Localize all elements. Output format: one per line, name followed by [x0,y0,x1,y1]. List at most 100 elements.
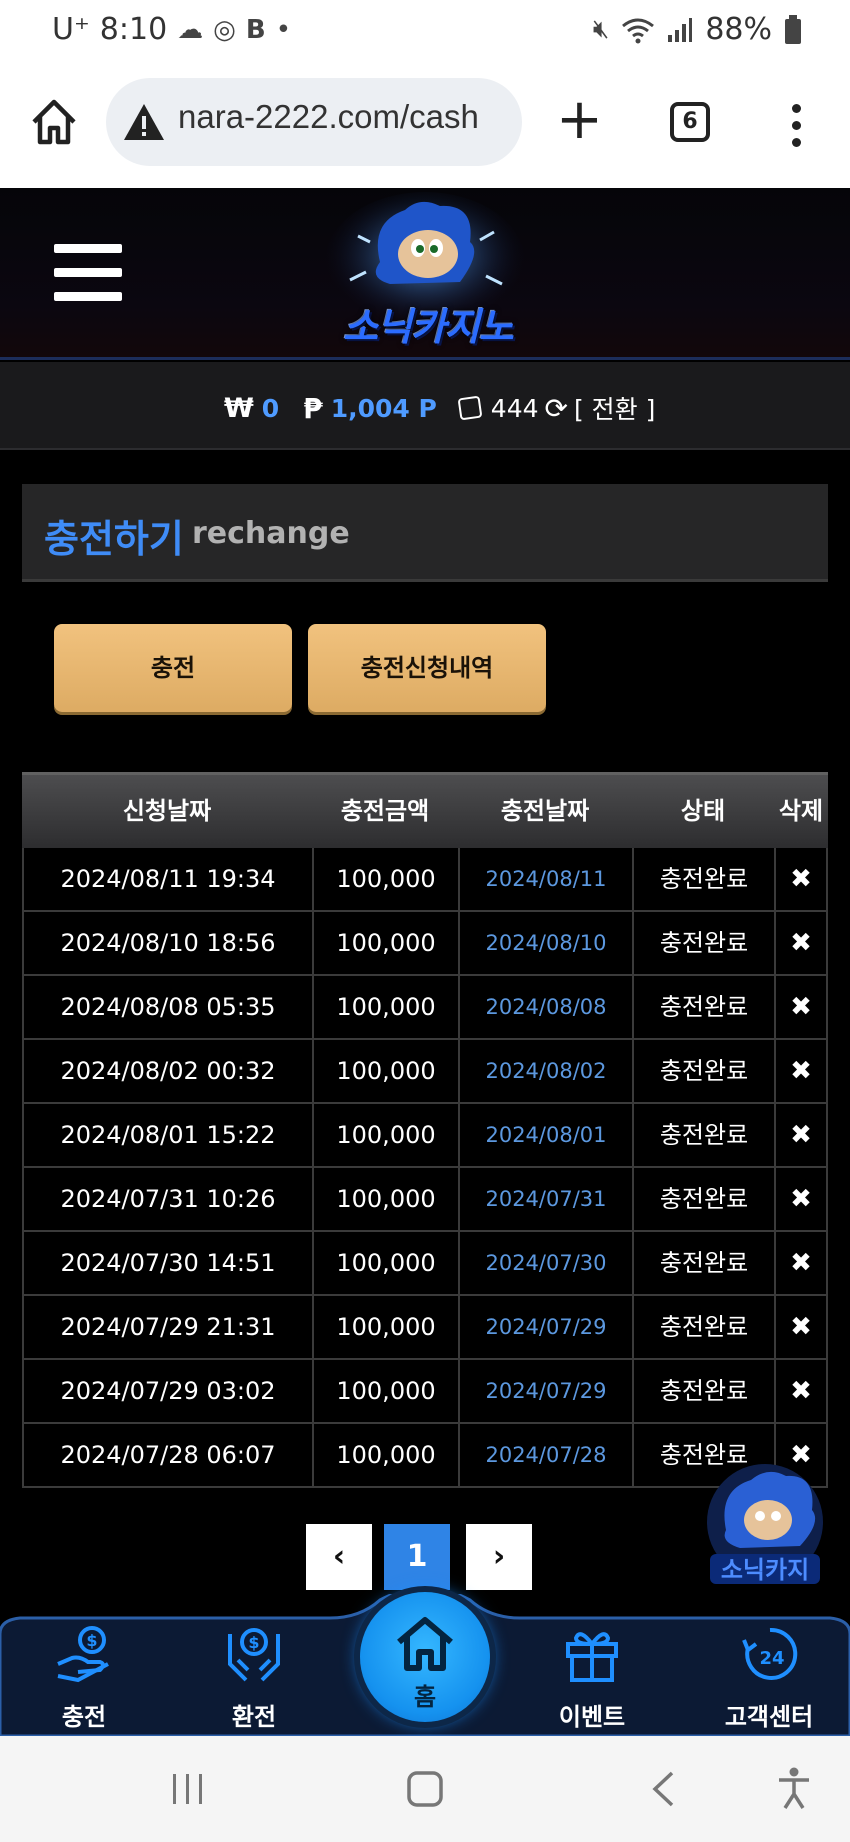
new-tab-button[interactable]: + [556,92,603,152]
tab-switcher-button[interactable]: 6 [670,102,710,142]
cell-request-date: 2024/08/10 18:56 [22,912,312,974]
svg-text:24: 24 [759,1648,784,1669]
nav-support-label: 고객센터 [724,1703,814,1731]
table-row: 2024/07/29 21:31 100,000 2024/07/29 충전완료 ✖ [22,1296,828,1360]
floating-mascot-icon[interactable]: 소닉카지 [696,1460,834,1590]
cell-amount: 100,000 [312,1168,458,1230]
cell-amount: 100,000 [312,1424,458,1486]
point-balance: 1,004 P [330,393,437,423]
cell-charge-date: 2024/08/08 [458,976,632,1038]
mute-icon: 🔇︎ [592,14,610,44]
refresh-icon[interactable]: ⟳ [545,392,568,425]
delete-row-icon[interactable]: ✖ [774,1104,828,1166]
cell-status: 충전완료 [632,1040,774,1102]
site-logo-text[interactable]: 소닉카지노 [318,296,538,351]
cell-amount: 100,000 [312,1360,458,1422]
status-bar: U⁺ 8:10 ☁ ◎ B • 🔇︎ 88% [0,0,850,64]
charge-button[interactable]: 충전 [54,624,292,712]
switch-button[interactable]: [ 전환 ] [574,390,655,426]
warning-icon[interactable] [122,100,166,144]
section-title-en: rechange [192,516,350,551]
table-row: 2024/08/08 05:35 100,000 2024/08/08 충전완료 ✖ [22,976,828,1040]
balance-bar: ₩ 0 ₱ 1,004 P 444 ⟳ [ 전환 ] [0,362,850,450]
carrier-label: U⁺ [52,12,90,47]
sync-icon: ◎ [213,14,236,45]
table-row: 2024/07/31 10:26 100,000 2024/07/31 충전완료 ✖ [22,1168,828,1232]
dice-count: 444 [490,393,539,423]
cell-status: 충전완료 [632,1168,774,1230]
cell-amount: 100,000 [312,1296,458,1358]
delete-row-icon[interactable]: ✖ [774,1232,828,1294]
nav-event[interactable]: 이벤트 [532,1616,652,1736]
cell-request-date: 2024/08/08 05:35 [22,976,312,1038]
table-header: 신청날짜 충전금액 충전날짜 상태 삭제 [22,772,828,848]
clock: 8:10 [99,12,168,47]
cloud-icon: ☁ [177,14,204,45]
nav-exchange[interactable]: $ 환전 [194,1616,314,1736]
cell-request-date: 2024/07/31 10:26 [22,1168,312,1230]
prev-page-button[interactable]: ‹ [306,1524,372,1590]
cell-status: 충전완료 [632,1296,774,1358]
site-header: 소닉카지노 [0,188,850,360]
svg-text:소닉카지: 소닉카지 [721,1556,809,1584]
cell-charge-date: 2024/08/10 [458,912,632,974]
browser-toolbar: nara-2222.com/cash + 6 [0,64,850,188]
delete-row-icon[interactable]: ✖ [774,1168,828,1230]
current-page-button[interactable]: 1 [384,1524,450,1590]
nav-support[interactable]: 24 고객센터 [704,1616,834,1736]
delete-row-icon[interactable]: ✖ [774,1360,828,1422]
wifi-icon [622,18,655,43]
cell-request-date: 2024/08/01 15:22 [22,1104,312,1166]
system-home-icon[interactable] [406,1770,444,1808]
table-row: 2024/08/01 15:22 100,000 2024/08/01 충전완료 ✖ [22,1104,828,1168]
nav-event-label: 이벤트 [558,1703,626,1731]
cell-request-date: 2024/08/02 00:32 [22,1040,312,1102]
delete-row-icon[interactable]: ✖ [774,912,828,974]
won-icon: ₩ [224,392,254,424]
header-delete: 삭제 [778,797,824,825]
browser-menu-button[interactable] [784,100,808,150]
exchange-hands-icon: $ [228,1628,280,1682]
hamburger-menu-icon[interactable] [54,244,122,302]
delete-row-icon[interactable]: ✖ [774,976,828,1038]
cell-request-date: 2024/07/29 21:31 [22,1296,312,1358]
battery-icon [785,14,801,44]
system-back-icon[interactable] [650,1770,676,1808]
charge-history-table: 신청날짜 충전금액 충전날짜 상태 삭제 2024/08/11 19:34 100… [22,772,828,1488]
cell-request-date: 2024/07/30 14:51 [22,1232,312,1294]
home-icon [397,1617,453,1671]
cell-amount: 100,000 [312,1040,458,1102]
nav-charge-label: 충전 [61,1703,107,1731]
delete-row-icon[interactable]: ✖ [774,1040,828,1102]
header-status: 상태 [680,797,726,825]
svg-text:$: $ [86,1631,97,1650]
delete-row-icon[interactable]: ✖ [774,848,828,910]
cell-status: 충전완료 [632,1232,774,1294]
cell-status: 충전완료 [632,1104,774,1166]
address-bar[interactable]: nara-2222.com/cash [106,78,522,166]
header-request-date: 신청날짜 [122,797,212,825]
cell-status: 충전완료 [632,1360,774,1422]
support-24h-icon: 24 [742,1627,798,1680]
cell-charge-date: 2024/07/31 [458,1168,632,1230]
charge-history-button[interactable]: 충전신청내역 [308,624,546,712]
recent-apps-icon[interactable] [170,1772,206,1806]
browser-home-icon[interactable] [28,96,80,148]
table-row: 2024/08/02 00:32 100,000 2024/08/02 충전완료 ✖ [22,1040,828,1104]
table-row: 2024/08/11 19:34 100,000 2024/08/11 충전완료 ✖ [22,848,828,912]
cell-charge-date: 2024/08/11 [458,848,632,910]
section-title: 충전하기 rechange [22,484,828,582]
cell-amount: 100,000 [312,976,458,1038]
cell-charge-date: 2024/07/28 [458,1424,632,1486]
cell-request-date: 2024/07/29 03:02 [22,1360,312,1422]
cell-charge-date: 2024/08/02 [458,1040,632,1102]
nav-charge[interactable]: $ 충전 [24,1616,144,1736]
delete-row-icon[interactable]: ✖ [774,1296,828,1358]
url-text[interactable]: nara-2222.com/cash [178,98,479,136]
next-page-button[interactable]: › [466,1524,532,1590]
table-row: 2024/07/30 14:51 100,000 2024/07/30 충전완료 ✖ [22,1232,828,1296]
cell-request-date: 2024/08/11 19:34 [22,848,312,910]
cell-charge-date: 2024/08/01 [458,1104,632,1166]
accessibility-icon[interactable] [776,1766,812,1810]
nav-home-button[interactable]: 홈 [360,1592,490,1722]
